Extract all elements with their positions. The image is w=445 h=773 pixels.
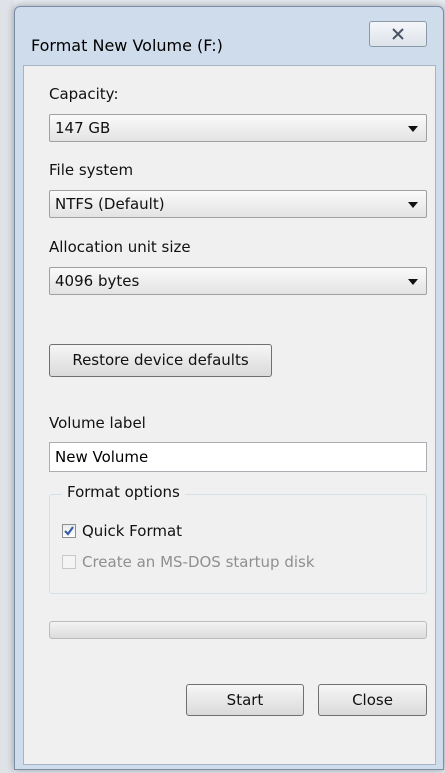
- checkmark-icon: [64, 526, 74, 536]
- restore-defaults-button[interactable]: Restore device defaults: [49, 344, 272, 377]
- chevron-down-icon: [408, 202, 418, 208]
- background-window-edge: [0, 0, 14, 773]
- msdos-startup-option: Create an MS-DOS startup disk: [62, 553, 315, 571]
- volume-label-label: Volume label: [49, 414, 146, 432]
- close-x-icon: [392, 28, 404, 40]
- volume-label-input[interactable]: [49, 442, 427, 472]
- close-button[interactable]: Close: [318, 684, 427, 716]
- msdos-startup-label: Create an MS-DOS startup disk: [82, 553, 315, 571]
- file-system-select[interactable]: NTFS (Default): [49, 190, 427, 218]
- file-system-value: NTFS (Default): [55, 195, 165, 213]
- quick-format-label: Quick Format: [82, 522, 183, 540]
- file-system-label: File system: [49, 161, 134, 179]
- quick-format-checkbox[interactable]: [62, 524, 76, 538]
- format-dialog: Format New Volume (F:) ​ Capacity: 147 G…: [14, 6, 444, 770]
- capacity-select[interactable]: 147 GB: [49, 114, 427, 142]
- start-button[interactable]: Start: [186, 684, 304, 716]
- window-title: Format New Volume (F:): [31, 36, 223, 55]
- title-bar[interactable]: Format New Volume (F:) ​: [15, 7, 443, 65]
- allocation-unit-value: 4096 bytes: [55, 272, 140, 290]
- chevron-down-icon: [408, 279, 418, 285]
- quick-format-option[interactable]: Quick Format: [62, 522, 182, 540]
- dialog-client-area: Capacity: 147 GB File system NTFS (Defau…: [23, 65, 436, 765]
- format-options-legend: Format options: [62, 483, 185, 501]
- allocation-unit-select[interactable]: 4096 bytes: [49, 267, 427, 295]
- format-options-group: Format options Quick Format Create an MS…: [49, 483, 427, 594]
- format-progress-bar: [49, 621, 427, 639]
- capacity-value: 147 GB: [55, 119, 111, 137]
- close-window-button[interactable]: [369, 21, 427, 47]
- chevron-down-icon: [408, 126, 418, 132]
- msdos-startup-checkbox: [62, 555, 76, 569]
- capacity-label: Capacity:: [49, 85, 119, 103]
- allocation-unit-label: Allocation unit size: [49, 238, 191, 256]
